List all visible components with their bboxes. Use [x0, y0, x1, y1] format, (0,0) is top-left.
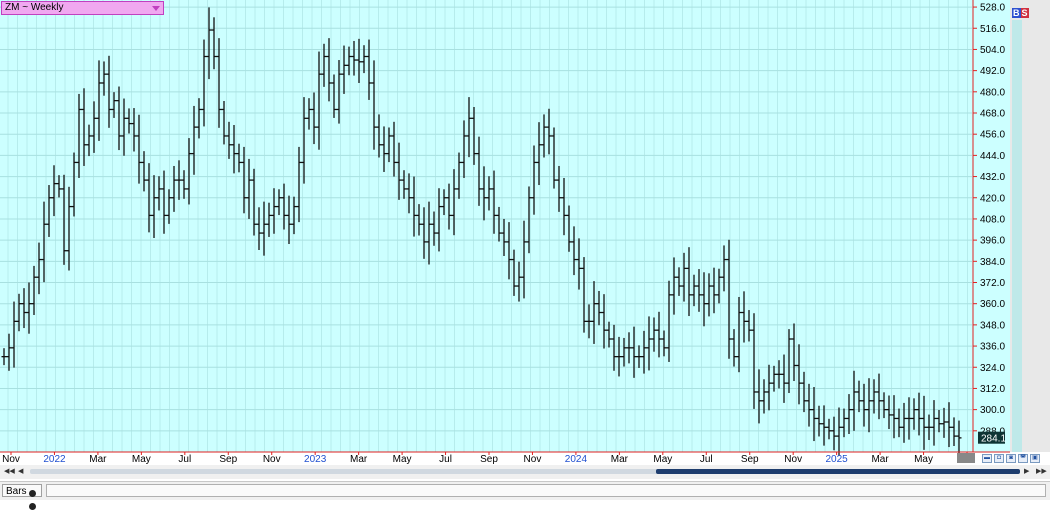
- x-tick-label: Nov: [263, 454, 281, 465]
- y-tick-label: 396.0: [980, 236, 1005, 247]
- x-tick-label: Mar: [611, 454, 629, 465]
- y-tick-label: 348.0: [980, 320, 1005, 331]
- status-bar: Bars: [0, 481, 1050, 510]
- x-tick-label: Sep: [480, 454, 498, 465]
- x-tick-label: 2023: [304, 454, 327, 465]
- time-axis: Nov 2022 Mar May Jul Sep Nov 2023 Mar May Jul Sep No…: [2, 452, 975, 465]
- current-price-label: 284.1: [981, 434, 1006, 445]
- x-tick-label: May: [132, 454, 151, 465]
- y-tick-label: 528.0: [980, 3, 1005, 14]
- bars-tab[interactable]: Bars: [2, 484, 42, 510]
- x-tick-label: Nov: [784, 454, 802, 465]
- zoom-in-icon[interactable]: ▬: [982, 454, 992, 463]
- right-panel-strip: [1012, 20, 1022, 452]
- y-tick-label: 408.0: [980, 214, 1005, 225]
- y-tick-label: 444.0: [980, 151, 1005, 162]
- time-cursor-box: [957, 453, 975, 463]
- x-tick-label: 2022: [43, 454, 66, 465]
- symbol-title: ZM ~ Weekly: [5, 2, 64, 13]
- y-tick-label: 372.0: [980, 278, 1005, 289]
- y-tick-label: 324.0: [980, 363, 1005, 374]
- x-tick-label: May: [393, 454, 412, 465]
- bars-toggle-icon[interactable]: [29, 488, 41, 514]
- x-tick-label: 2025: [826, 454, 849, 465]
- x-tick-label: Jul: [700, 454, 713, 465]
- x-tick-label: Mar: [350, 454, 368, 465]
- step-left-icon[interactable]: ◀: [18, 467, 23, 476]
- x-tick-label: May: [914, 454, 933, 465]
- x-tick-label: Mar: [89, 454, 107, 465]
- y-tick-label: 300.0: [980, 405, 1005, 416]
- price-chart[interactable]: 528.0 516.0 504.0 492.0 480.0 468.0 456.0 444.0…: [0, 0, 1050, 481]
- x-tick-label: Nov: [2, 454, 20, 465]
- y-tick-label: 312.0: [980, 384, 1005, 395]
- x-tick-label: Mar: [871, 454, 889, 465]
- y-tick-label: 492.0: [980, 66, 1005, 77]
- zoom-out-icon[interactable]: ◚: [1018, 454, 1028, 463]
- y-tick-label: 480.0: [980, 87, 1005, 98]
- status-field: [46, 484, 1046, 497]
- expand-icon[interactable]: ▣: [1030, 454, 1040, 463]
- sell-badge[interactable]: S: [1020, 8, 1029, 18]
- y-tick-label: 336.0: [980, 342, 1005, 353]
- x-tick-label: 2024: [565, 454, 588, 465]
- pan-icon[interactable]: ◘: [994, 454, 1004, 463]
- chevron-down-icon[interactable]: [152, 6, 160, 11]
- scroll-right-icon[interactable]: ▶▶: [1036, 467, 1047, 476]
- chart-window: 528.0 516.0 504.0 492.0 480.0 468.0 456.0 444.0…: [0, 0, 1050, 510]
- x-tick-label: May: [653, 454, 672, 465]
- x-tick-label: Sep: [741, 454, 759, 465]
- scrollbar-thumb[interactable]: [656, 469, 1020, 474]
- x-tick-label: Sep: [219, 454, 237, 465]
- reset-zoom-icon[interactable]: ◙: [1006, 454, 1016, 463]
- y-tick-label: 456.0: [980, 130, 1005, 141]
- current-price-marker: 284.1: [978, 431, 1006, 445]
- y-tick-label: 516.0: [980, 24, 1005, 35]
- scroll-left-icon[interactable]: ◀◀: [4, 467, 15, 476]
- y-tick-label: 420.0: [980, 193, 1005, 204]
- scrollbar-track[interactable]: [30, 469, 1020, 474]
- y-tick-label: 360.0: [980, 299, 1005, 310]
- y-tick-label: 504.0: [980, 45, 1005, 56]
- y-tick-label: 384.0: [980, 257, 1005, 268]
- x-tick-label: Nov: [524, 454, 542, 465]
- symbol-selector[interactable]: ZM ~ Weekly: [1, 1, 164, 15]
- y-tick-label: 432.0: [980, 172, 1005, 183]
- time-scroll-row: ◀◀ ◀ ▶ ▶▶: [0, 465, 1050, 479]
- bars-tab-label: Bars: [6, 486, 27, 497]
- y-tick-label: 468.0: [980, 109, 1005, 120]
- x-tick-label: Jul: [439, 454, 452, 465]
- buy-sell-badge[interactable]: BS: [1012, 8, 1029, 18]
- x-tick-label: Jul: [178, 454, 191, 465]
- buy-badge[interactable]: B: [1012, 8, 1021, 18]
- step-right-icon[interactable]: ▶: [1024, 467, 1029, 476]
